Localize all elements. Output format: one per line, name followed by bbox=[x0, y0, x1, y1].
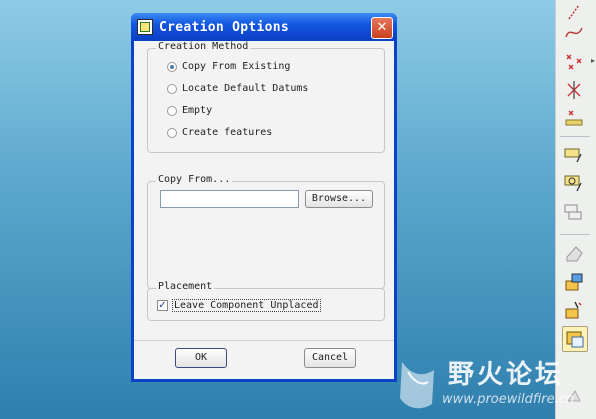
dialog-title: Creation Options bbox=[159, 19, 290, 35]
offset-points-icon[interactable] bbox=[562, 106, 586, 130]
copy-from-legend: Copy From... bbox=[156, 174, 233, 185]
watermark-title: 野火论坛 bbox=[448, 360, 565, 390]
footer-divider bbox=[134, 340, 394, 341]
leave-unplaced-checkbox-row[interactable]: ✓ Leave Component Unplaced bbox=[157, 299, 321, 312]
leave-unplaced-checkbox[interactable]: ✓ bbox=[157, 300, 168, 311]
points-icon[interactable] bbox=[562, 50, 586, 74]
plane-tools-icon[interactable] bbox=[562, 172, 586, 196]
radio-dot[interactable] bbox=[167, 61, 177, 72]
toolbar-separator bbox=[560, 136, 590, 137]
component-place-icon[interactable] bbox=[562, 270, 586, 294]
radio-label: Locate Default Datums bbox=[182, 83, 309, 94]
creation-options-dialog: Creation Options ✕ Creation Method Copy … bbox=[131, 13, 397, 382]
radio-dot[interactable] bbox=[167, 83, 177, 94]
component-active-icon[interactable] bbox=[562, 326, 588, 352]
radio-create-features[interactable]: Create features bbox=[167, 127, 272, 138]
radio-dot[interactable] bbox=[167, 127, 177, 138]
app-icon bbox=[137, 19, 153, 35]
radio-locate-default-datums[interactable]: Locate Default Datums bbox=[167, 83, 308, 94]
dialog-titlebar[interactable]: Creation Options ✕ bbox=[131, 13, 397, 41]
radio-dot[interactable] bbox=[167, 105, 177, 116]
radio-empty[interactable]: Empty bbox=[167, 105, 212, 116]
datum-point-cross-icon[interactable] bbox=[562, 78, 586, 102]
eraser-icon[interactable] bbox=[562, 242, 586, 266]
radio-copy-from-existing[interactable]: Copy From Existing bbox=[167, 61, 290, 72]
radio-label: Copy From Existing bbox=[182, 61, 291, 72]
cancel-button[interactable]: Cancel bbox=[304, 348, 356, 368]
toolbar-separator bbox=[560, 234, 590, 235]
toolbar-more-icon[interactable]: ▸ bbox=[591, 56, 595, 65]
watermark: 野火论坛 www.proewildfire.cn bbox=[392, 352, 596, 419]
plane-alt-icon[interactable] bbox=[562, 200, 586, 224]
watermark-logo-icon bbox=[400, 362, 434, 409]
spline-icon[interactable] bbox=[562, 20, 586, 44]
browse-button[interactable]: Browse... bbox=[305, 190, 373, 208]
component-create-icon[interactable] bbox=[562, 298, 586, 322]
creation-method-legend: Creation Method bbox=[156, 41, 251, 52]
radio-label: Create features bbox=[182, 127, 273, 138]
axis-select-icon[interactable] bbox=[562, 143, 586, 167]
watermark-url: www.proewildfire.cn bbox=[442, 392, 575, 407]
dialog-body: Creation Method Copy From Existing Locat… bbox=[134, 41, 394, 379]
placement-legend: Placement bbox=[156, 281, 215, 292]
leave-unplaced-label: Leave Component Unplaced bbox=[172, 299, 321, 312]
ok-button[interactable]: OK bbox=[175, 348, 227, 368]
copy-from-input[interactable] bbox=[160, 190, 299, 208]
close-button[interactable]: ✕ bbox=[371, 17, 393, 39]
radio-label: Empty bbox=[182, 105, 213, 116]
